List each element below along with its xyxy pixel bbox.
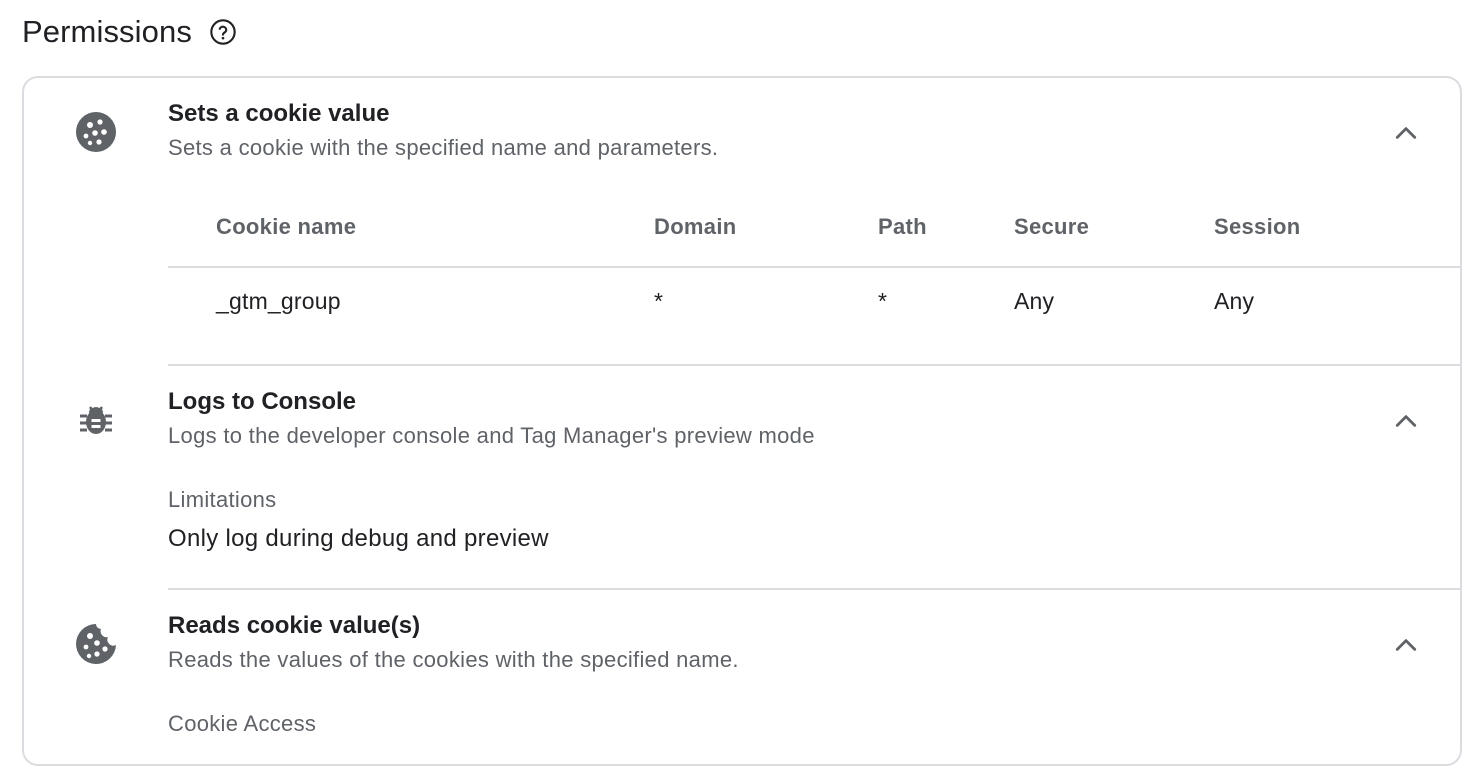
column-header-cookie-name: Cookie name — [216, 214, 357, 239]
permission-description: Logs to the developer console and Tag Ma… — [168, 423, 815, 448]
cookie-bitten-icon — [74, 622, 118, 666]
limitations-value: Only log during debug and preview — [168, 525, 549, 552]
permission-description: Sets a cookie with the specified name an… — [168, 135, 719, 160]
page-title: Permissions — [22, 14, 192, 49]
permissions-card: Sets a cookie value Sets a cookie with t… — [22, 76, 1462, 766]
section-divider — [168, 588, 1460, 590]
cookie-icon — [74, 110, 118, 154]
section-divider — [168, 364, 1460, 366]
bug-icon — [74, 398, 118, 442]
column-header-domain: Domain — [654, 214, 737, 239]
column-header-secure: Secure — [1014, 214, 1090, 239]
cell-path: * — [878, 288, 888, 314]
cell-secure: Any — [1014, 288, 1055, 314]
help-circle-icon[interactable] — [208, 17, 238, 47]
limitations-label: Limitations — [168, 487, 277, 512]
table-header-divider — [168, 266, 1460, 268]
cell-domain: * — [654, 288, 664, 314]
chevron-up-icon[interactable] — [1384, 623, 1428, 667]
permissions-page: Permissions Sets a cookie value Sets a c… — [0, 0, 1472, 778]
column-header-session: Session — [1214, 214, 1301, 239]
column-header-path: Path — [878, 214, 927, 239]
cell-cookie-name: _gtm_group — [216, 288, 341, 314]
cell-session: Any — [1214, 288, 1255, 314]
permissions-header: Permissions — [22, 12, 238, 52]
cookie-access-label: Cookie Access — [168, 711, 317, 736]
permission-title: Sets a cookie value — [168, 100, 390, 127]
chevron-up-icon[interactable] — [1384, 111, 1428, 155]
permission-title: Reads cookie value(s) — [168, 612, 421, 639]
permission-title: Logs to Console — [168, 388, 356, 415]
chevron-up-icon[interactable] — [1384, 399, 1428, 443]
permission-description: Reads the values of the cookies with the… — [168, 647, 739, 672]
